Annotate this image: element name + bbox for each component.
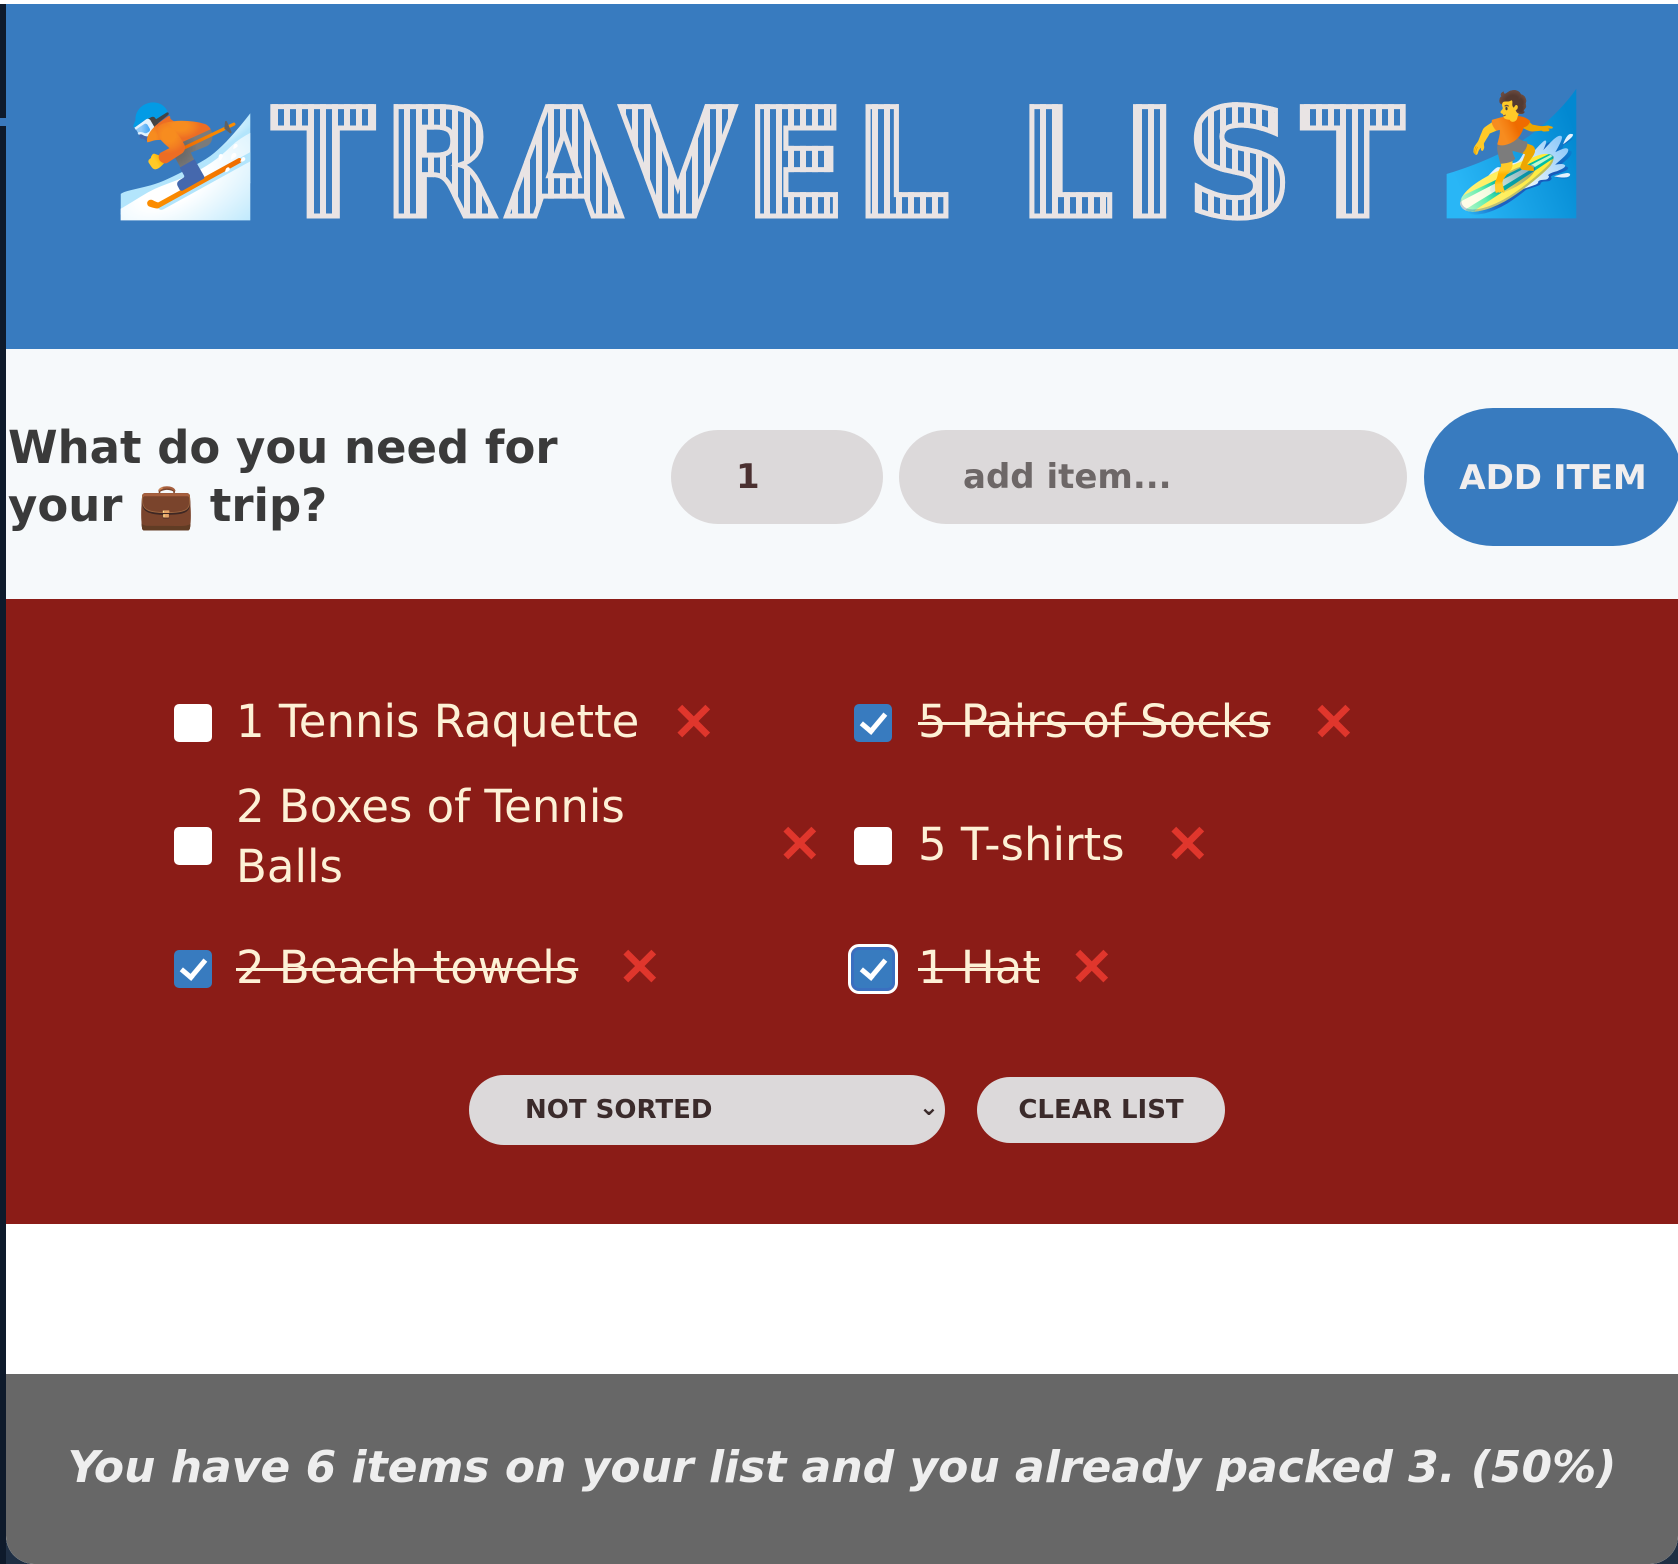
item-checkbox[interactable] xyxy=(848,944,898,994)
clear-list-button[interactable]: CLEAR LIST xyxy=(977,1077,1225,1143)
item-label: 2 Beach towels xyxy=(236,941,579,994)
item-label: 1 Tennis Raquette xyxy=(236,695,640,748)
delete-item-button[interactable]: ✕ xyxy=(778,819,822,871)
item-checkbox[interactable] xyxy=(854,704,892,742)
stats-footer: You have 6 items on your list and you al… xyxy=(6,1374,1678,1564)
item-label: 5 T-shirts xyxy=(918,818,1125,871)
app-title: TRAVEL LIST xyxy=(6,78,1678,252)
app-header: ⛷️ TRAVEL LIST 🏄 xyxy=(6,4,1678,349)
sort-selected-value: NOT SORTED xyxy=(525,1095,713,1125)
item-checkbox[interactable] xyxy=(854,827,892,865)
item-checkbox[interactable] xyxy=(174,704,212,742)
sort-select[interactable]: NOT SORTED ⌄ xyxy=(469,1075,945,1145)
surfer-icon: 🏄 xyxy=(1438,84,1585,222)
item-label: 5 Pairs of Socks xyxy=(918,695,1271,748)
item-input[interactable] xyxy=(899,430,1407,524)
chevron-down-icon: ⌄ xyxy=(918,1093,939,1121)
quantity-value: 1 xyxy=(736,457,760,497)
app-window: ⛷️ TRAVEL LIST 🏄 What do you need for yo… xyxy=(6,4,1678,1564)
delete-item-button[interactable]: ✕ xyxy=(1312,697,1356,749)
app-title-text: TRAVEL LIST xyxy=(270,78,1412,252)
item-label: 2 Boxes of Tennis Balls xyxy=(236,780,625,893)
item-label: 1 Hat xyxy=(918,941,1040,994)
add-item-button[interactable]: ADD ITEM xyxy=(1424,408,1678,546)
delete-item-button[interactable]: ✕ xyxy=(1070,942,1114,994)
packing-list: 1 Tennis Raquette ✕ 5 Pairs of Socks ✕ 2… xyxy=(6,599,1678,1224)
delete-item-button[interactable]: ✕ xyxy=(672,697,716,749)
stats-text: You have 6 items on your list and you al… xyxy=(67,1442,1617,1493)
form-prompt: What do you need for your 💼 trip? xyxy=(8,421,558,532)
delete-item-button[interactable]: ✕ xyxy=(618,942,662,994)
add-item-form: What do you need for your 💼 trip? 1 ADD … xyxy=(6,349,1678,599)
quantity-select[interactable]: 1 xyxy=(671,430,883,524)
delete-item-button[interactable]: ✕ xyxy=(1166,819,1210,871)
item-checkbox[interactable] xyxy=(174,950,212,988)
item-checkbox[interactable] xyxy=(174,827,212,865)
